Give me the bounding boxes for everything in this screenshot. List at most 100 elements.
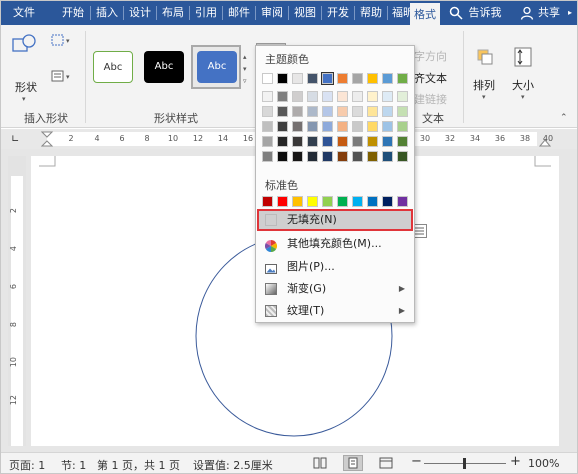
- theme-shade-swatch[interactable]: [397, 151, 408, 162]
- theme-shade-swatch[interactable]: [307, 151, 318, 162]
- web-layout-icon[interactable]: [379, 456, 393, 470]
- tab-format[interactable]: 格式: [410, 3, 440, 25]
- shape-style-outline[interactable]: Abc: [93, 51, 133, 83]
- tab-help[interactable]: 帮助: [357, 1, 385, 25]
- share-button[interactable]: 共享: [535, 1, 563, 25]
- arrange-button[interactable]: 排列: [473, 77, 495, 93]
- tab-insert[interactable]: 插入: [93, 1, 121, 25]
- theme-shade-swatch[interactable]: [262, 121, 273, 132]
- theme-shade-swatch[interactable]: [352, 121, 363, 132]
- indent-marker-icon[interactable]: [40, 131, 54, 147]
- search-icon[interactable]: [449, 6, 463, 20]
- standard-color-swatch[interactable]: [277, 196, 288, 207]
- theme-shade-swatch[interactable]: [277, 91, 288, 102]
- shape-style-black[interactable]: Abc: [144, 51, 184, 83]
- theme-color-swatch[interactable]: [321, 72, 334, 85]
- tab-file[interactable]: 文件: [7, 1, 41, 25]
- theme-shade-swatch[interactable]: [322, 151, 333, 162]
- theme-shade-swatch[interactable]: [382, 151, 393, 162]
- status-page[interactable]: 页面: 1: [9, 457, 45, 473]
- theme-shade-swatch[interactable]: [307, 136, 318, 147]
- theme-shade-swatch[interactable]: [322, 91, 333, 102]
- theme-shade-swatch[interactable]: [277, 121, 288, 132]
- theme-shade-swatch[interactable]: [397, 121, 408, 132]
- theme-shade-swatch[interactable]: [367, 151, 378, 162]
- standard-color-swatch[interactable]: [367, 196, 378, 207]
- shape-dropdown-icon[interactable]: ▾: [22, 95, 26, 103]
- theme-shade-swatch[interactable]: [307, 121, 318, 132]
- theme-shade-swatch[interactable]: [307, 106, 318, 117]
- tab-stop-icon[interactable]: ∟: [11, 134, 19, 145]
- theme-shade-swatch[interactable]: [367, 121, 378, 132]
- theme-shade-swatch[interactable]: [382, 121, 393, 132]
- theme-color-swatch[interactable]: [262, 73, 273, 84]
- shapes-gallery-icon[interactable]: [11, 33, 41, 61]
- theme-shade-swatch[interactable]: [322, 106, 333, 117]
- theme-shade-swatch[interactable]: [382, 136, 393, 147]
- standard-color-swatch[interactable]: [307, 196, 318, 207]
- theme-shade-swatch[interactable]: [262, 136, 273, 147]
- size-dropdown-icon[interactable]: ▾: [521, 93, 525, 101]
- standard-color-swatch[interactable]: [262, 196, 273, 207]
- more-fill-colors-item[interactable]: 其他填充颜色(M)...: [257, 233, 413, 255]
- theme-shade-swatch[interactable]: [337, 136, 348, 147]
- status-section[interactable]: 节: 1: [61, 457, 86, 473]
- standard-color-swatch[interactable]: [292, 196, 303, 207]
- theme-shade-swatch[interactable]: [262, 151, 273, 162]
- theme-color-swatch[interactable]: [382, 73, 393, 84]
- theme-shade-swatch[interactable]: [292, 121, 303, 132]
- tab-home[interactable]: 开始: [59, 1, 87, 25]
- theme-shade-swatch[interactable]: [337, 91, 348, 102]
- shape-style-blue[interactable]: Abc: [197, 51, 237, 83]
- tab-view[interactable]: 视图: [291, 1, 319, 25]
- theme-shade-swatch[interactable]: [292, 136, 303, 147]
- theme-shade-swatch[interactable]: [382, 106, 393, 117]
- tell-me-box[interactable]: 告诉我: [465, 1, 505, 25]
- zoom-level[interactable]: 100%: [528, 457, 559, 470]
- shape-label[interactable]: 形状: [15, 79, 37, 95]
- no-fill-item[interactable]: 无填充(N): [257, 209, 413, 231]
- theme-color-swatch[interactable]: [352, 73, 363, 84]
- theme-color-swatch[interactable]: [367, 73, 378, 84]
- ribbon-collapse-arrow-icon[interactable]: ▸: [564, 1, 576, 25]
- theme-shade-swatch[interactable]: [397, 91, 408, 102]
- standard-color-swatch[interactable]: [352, 196, 363, 207]
- theme-shade-swatch[interactable]: [277, 106, 288, 117]
- status-page-of[interactable]: 第 1 页，共 1 页: [97, 457, 180, 473]
- standard-color-swatch[interactable]: [322, 196, 333, 207]
- theme-shade-swatch[interactable]: [337, 106, 348, 117]
- status-setting[interactable]: 设置值: 2.5厘米: [193, 457, 273, 473]
- edit-shape-icon[interactable]: ▾: [51, 33, 75, 49]
- print-layout-icon[interactable]: [343, 455, 363, 471]
- theme-shade-swatch[interactable]: [337, 151, 348, 162]
- tab-layout[interactable]: 布局: [159, 1, 187, 25]
- theme-shade-swatch[interactable]: [367, 136, 378, 147]
- theme-shade-swatch[interactable]: [262, 106, 273, 117]
- theme-shade-swatch[interactable]: [307, 91, 318, 102]
- style-gallery-scroll[interactable]: ▴ ▾ ▿: [243, 51, 253, 95]
- size-button[interactable]: 大小: [512, 77, 534, 93]
- theme-shade-swatch[interactable]: [292, 151, 303, 162]
- tab-design[interactable]: 设计: [126, 1, 154, 25]
- theme-color-swatch[interactable]: [397, 73, 408, 84]
- theme-shade-swatch[interactable]: [352, 91, 363, 102]
- standard-color-swatch[interactable]: [382, 196, 393, 207]
- theme-color-swatch[interactable]: [277, 73, 288, 84]
- texture-item[interactable]: 纹理(T) ▶: [257, 300, 413, 322]
- theme-shade-swatch[interactable]: [367, 106, 378, 117]
- theme-shade-swatch[interactable]: [352, 151, 363, 162]
- theme-color-swatch[interactable]: [292, 73, 303, 84]
- theme-shade-swatch[interactable]: [292, 91, 303, 102]
- create-link-button[interactable]: 建链接: [414, 91, 447, 107]
- theme-shade-swatch[interactable]: [352, 136, 363, 147]
- tab-references[interactable]: 引用: [192, 1, 220, 25]
- theme-shade-swatch[interactable]: [367, 91, 378, 102]
- theme-shade-swatch[interactable]: [322, 121, 333, 132]
- standard-color-swatch[interactable]: [337, 196, 348, 207]
- tab-mailings[interactable]: 邮件: [225, 1, 253, 25]
- person-icon[interactable]: [520, 6, 534, 20]
- theme-shade-swatch[interactable]: [397, 136, 408, 147]
- text-box-icon[interactable]: ▾: [51, 69, 75, 85]
- picture-item[interactable]: 图片(P)...: [257, 256, 413, 278]
- theme-shade-swatch[interactable]: [352, 106, 363, 117]
